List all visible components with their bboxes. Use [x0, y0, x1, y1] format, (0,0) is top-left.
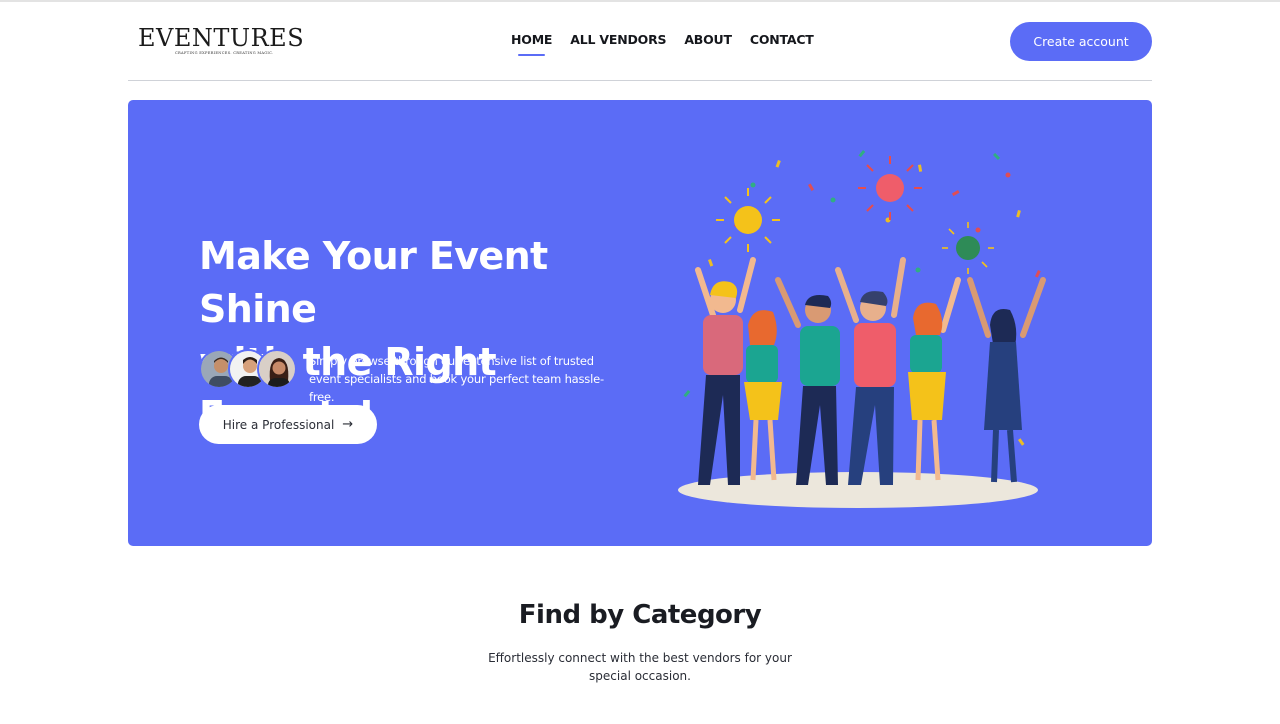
- brand-logo[interactable]: EVENTURES CRAFTING EXPERIENCES. CREATING…: [138, 24, 305, 60]
- hire-professional-label: Hire a Professional: [222, 417, 335, 432]
- hero-banner: Make Your Event Shine with the Right Exp…: [128, 100, 1152, 546]
- nav-all-vendors[interactable]: ALL VENDORS: [570, 32, 666, 53]
- celebration-illustration: [678, 150, 1046, 508]
- firework: [716, 188, 780, 252]
- hero-subtitle: Simply browse through our extensive list…: [309, 354, 604, 404]
- person: [908, 277, 961, 481]
- arrow-right-icon: →: [342, 417, 354, 432]
- person: [775, 277, 840, 485]
- firework: [858, 156, 922, 220]
- hire-professional-button[interactable]: Hire a Professional →: [199, 405, 377, 444]
- brand-name: EVENTURES: [138, 24, 305, 52]
- main-nav: HOME ALL VENDORS ABOUT CONTACT: [511, 32, 814, 56]
- person: [835, 257, 906, 485]
- firework: [942, 222, 994, 274]
- person: [744, 310, 782, 481]
- person: [967, 277, 1046, 483]
- site-header: EVENTURES CRAFTING EXPERIENCES. CREATING…: [128, 0, 1152, 81]
- nav-contact[interactable]: CONTACT: [750, 32, 814, 53]
- create-account-button[interactable]: Create account: [1010, 22, 1152, 61]
- nav-home[interactable]: HOME: [511, 32, 552, 56]
- nav-about[interactable]: ABOUT: [684, 32, 732, 53]
- person: [695, 257, 756, 485]
- avatar-group: [199, 349, 299, 391]
- category-subtitle: Effortlessly connect with the best vendo…: [488, 651, 792, 683]
- avatar: [257, 349, 297, 389]
- category-title: Find by Category: [518, 600, 762, 630]
- brand-tagline: CRAFTING EXPERIENCES. CREATING MAGIC.: [175, 51, 274, 55]
- hero-title-line-1: Make Your Event Shine: [199, 234, 548, 331]
